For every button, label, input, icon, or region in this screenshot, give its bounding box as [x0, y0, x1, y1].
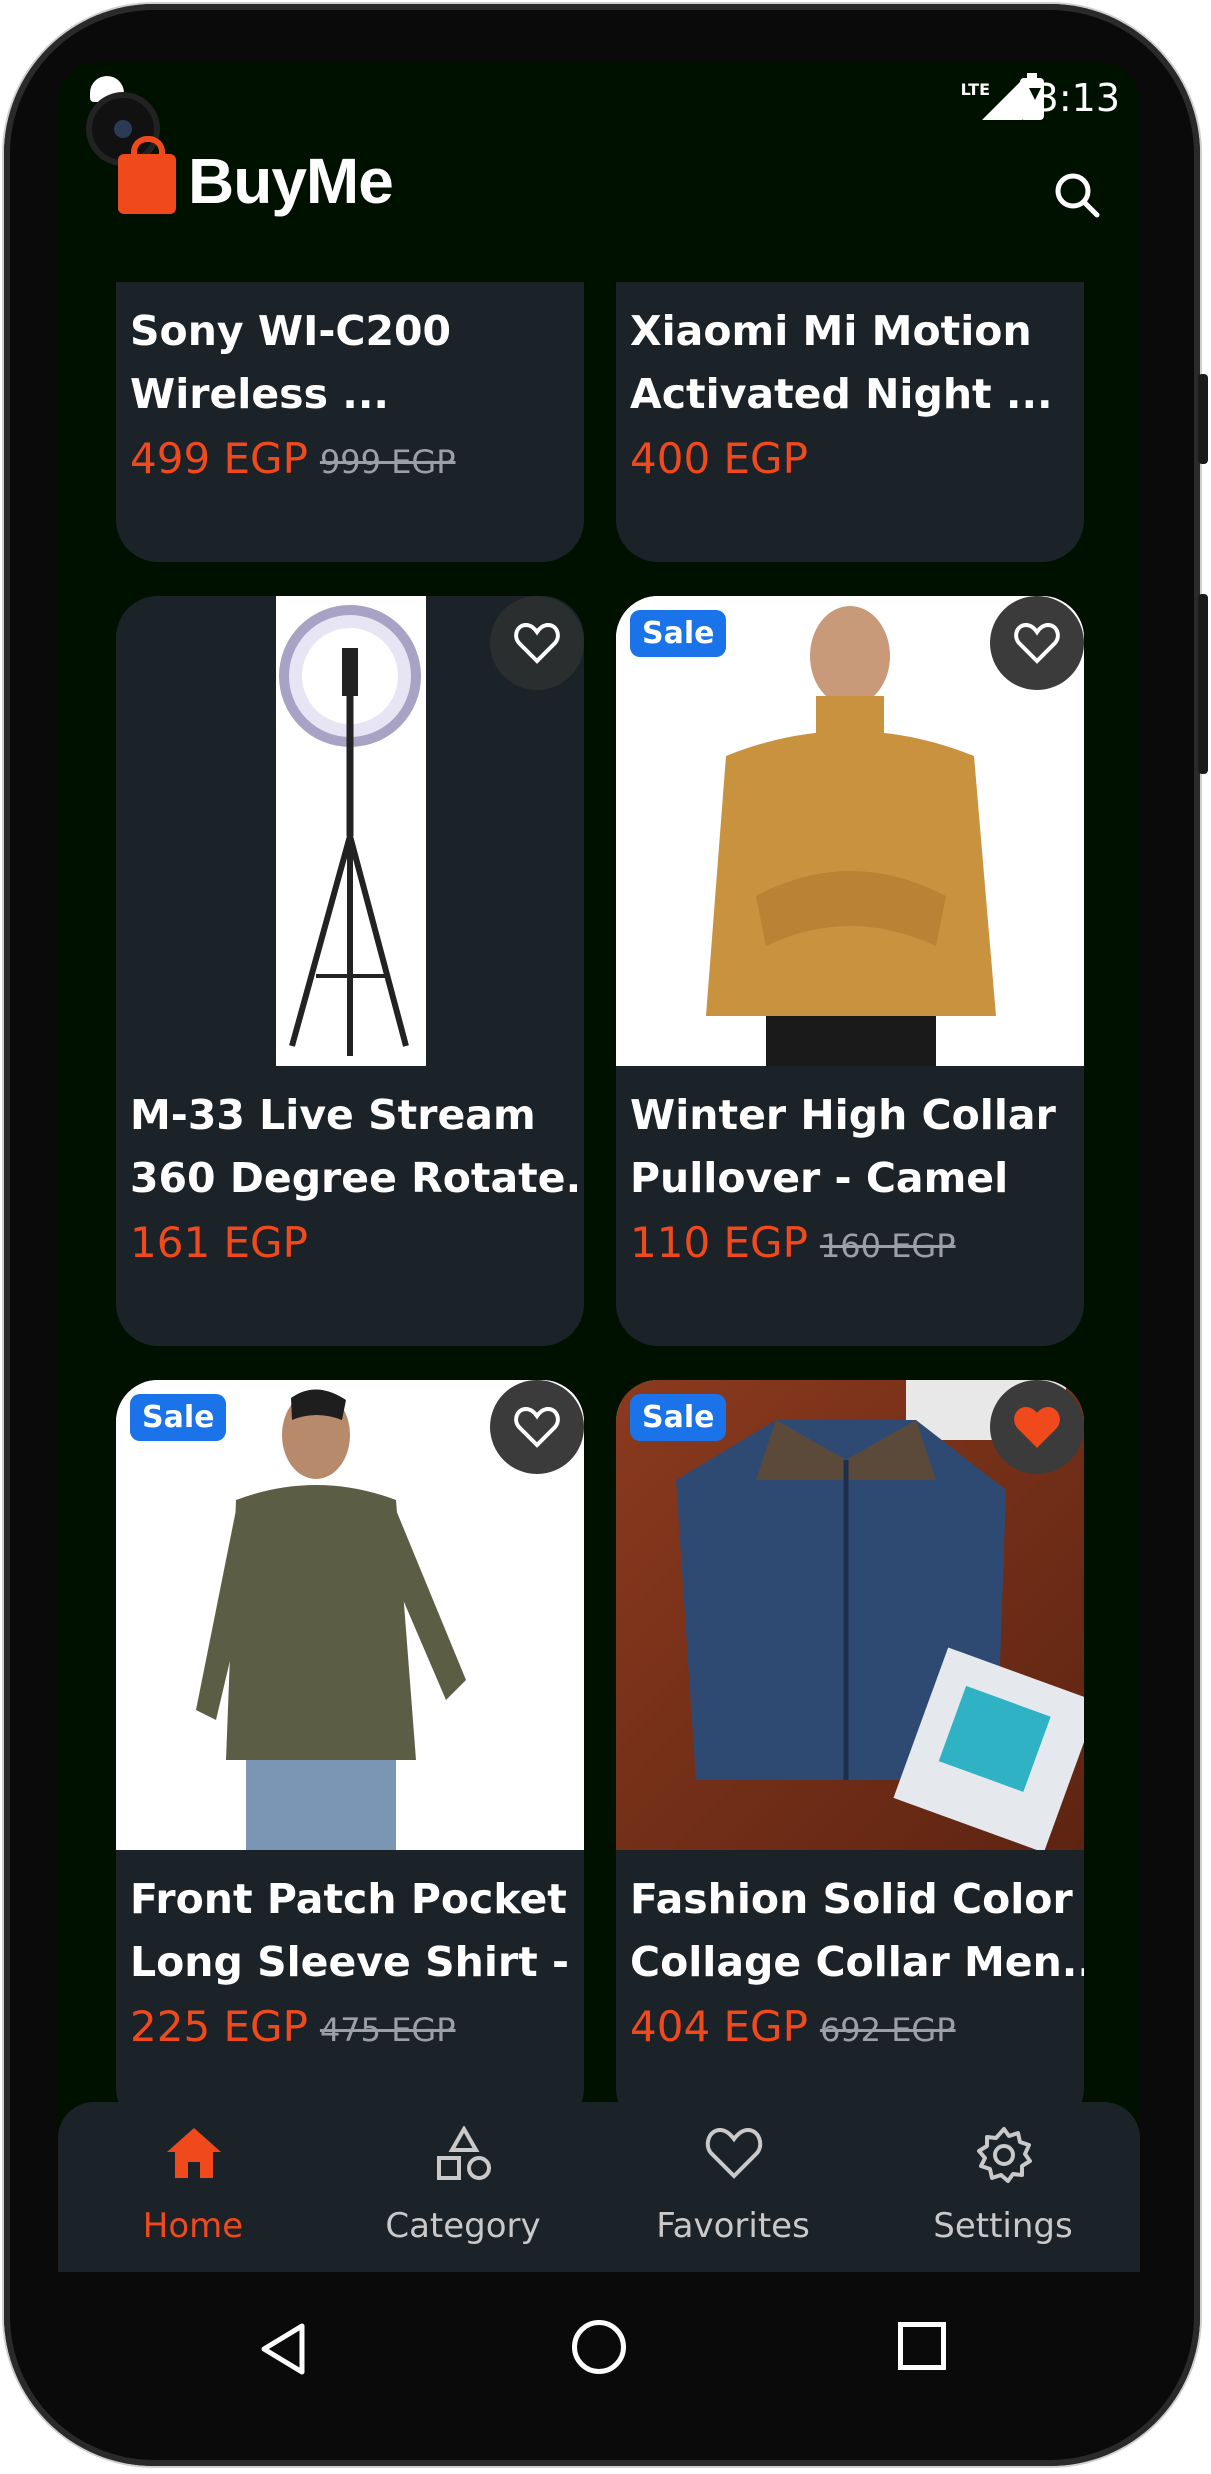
product-card[interactable]: Sale Front Patch Pocket Long Sleeve Shir…	[116, 1380, 584, 2102]
product-price: 161 EGP	[130, 1218, 308, 1267]
product-old-price: 475 EGP	[319, 2011, 456, 2049]
product-grid[interactable]: Sony WI-C200 Wireless ... 499 EGP 999 EGP…	[58, 282, 1140, 2102]
app-title: BuyMe	[188, 145, 394, 217]
nav-label: Settings	[933, 2206, 1073, 2246]
product-card[interactable]: M-33 Live Stream 360 Degree Rotate... 16…	[116, 596, 584, 1346]
shopping-bag-logo-icon	[118, 136, 176, 214]
favorite-button[interactable]	[990, 1380, 1084, 1474]
gear-icon	[977, 2127, 1032, 2183]
product-card[interactable]: Sale Winter High Collar Pullover - Camel…	[616, 596, 1084, 1346]
nav-item-settings[interactable]: Settings	[868, 2102, 1138, 2272]
bottom-navigation: Home Category Favorites Settings	[58, 2102, 1140, 2272]
signal-icon	[982, 80, 1022, 120]
shapes-icon	[437, 2126, 491, 2180]
nav-item-favorites[interactable]: Favorites	[598, 2102, 868, 2272]
product-price: 225 EGP	[130, 2002, 308, 2051]
favorite-button[interactable]	[990, 596, 1084, 690]
nav-label: Home	[142, 2206, 244, 2246]
product-price: 400 EGP	[630, 434, 808, 483]
product-price: 404 EGP	[630, 2002, 808, 2051]
product-name: Fashion Solid Color Collage Collar Men..…	[630, 1875, 1084, 1986]
product-name: M-33 Live Stream 360 Degree Rotate...	[130, 1091, 584, 1202]
home-icon	[167, 2128, 221, 2178]
product-name: Sony WI-C200 Wireless ...	[130, 307, 452, 418]
system-navigation-bar	[58, 2272, 1140, 2422]
product-name: Xiaomi Mi Motion Activated Night ...	[630, 307, 1053, 418]
heart-filled-icon	[1014, 1406, 1060, 1448]
heart-icon	[705, 2127, 763, 2179]
product-name: Front Patch Pocket Long Sleeve Shirt - .…	[130, 1875, 584, 1986]
favorite-button[interactable]	[490, 1380, 584, 1474]
product-price: 499 EGP	[130, 434, 308, 483]
search-icon[interactable]	[1054, 172, 1100, 218]
recent-apps-icon[interactable]	[898, 2322, 946, 2370]
nav-item-home[interactable]: Home	[58, 2102, 328, 2272]
sale-badge: Sale	[630, 1394, 727, 1441]
sale-badge: Sale	[630, 610, 727, 657]
nav-label: Favorites	[656, 2206, 810, 2246]
product-old-price: 692 EGP	[819, 2011, 956, 2049]
home-button-icon[interactable]	[572, 2320, 626, 2374]
app-screen: LTE 3:13 BuyMe Sony WI-C200 Wireless ...…	[58, 62, 1140, 2272]
status-bar: LTE 3:13	[58, 62, 1140, 160]
clock: 3:13	[1034, 76, 1120, 120]
volume-button	[1198, 374, 1208, 464]
product-card[interactable]: Sony WI-C200 Wireless ... 499 EGP 999 EGP	[116, 282, 584, 562]
product-old-price: 999 EGP	[319, 443, 456, 481]
heart-outline-icon	[514, 1406, 560, 1448]
product-card[interactable]: Xiaomi Mi Motion Activated Night ... 400…	[616, 282, 1084, 562]
nav-item-category[interactable]: Category	[328, 2102, 598, 2272]
favorite-button[interactable]	[490, 596, 584, 690]
product-old-price: 160 EGP	[819, 1227, 956, 1265]
sale-badge: Sale	[130, 1394, 227, 1441]
back-icon[interactable]	[258, 2322, 308, 2376]
product-card[interactable]: Sale Fashion Solid Color Collage Collar …	[616, 1380, 1084, 2102]
nav-label: Category	[385, 2206, 541, 2246]
heart-outline-icon	[1014, 622, 1060, 664]
product-price: 110 EGP	[630, 1218, 808, 1267]
product-name: Winter High Collar Pullover - Camel	[630, 1091, 1056, 1202]
power-button	[1198, 594, 1208, 774]
heart-outline-icon	[514, 622, 560, 664]
